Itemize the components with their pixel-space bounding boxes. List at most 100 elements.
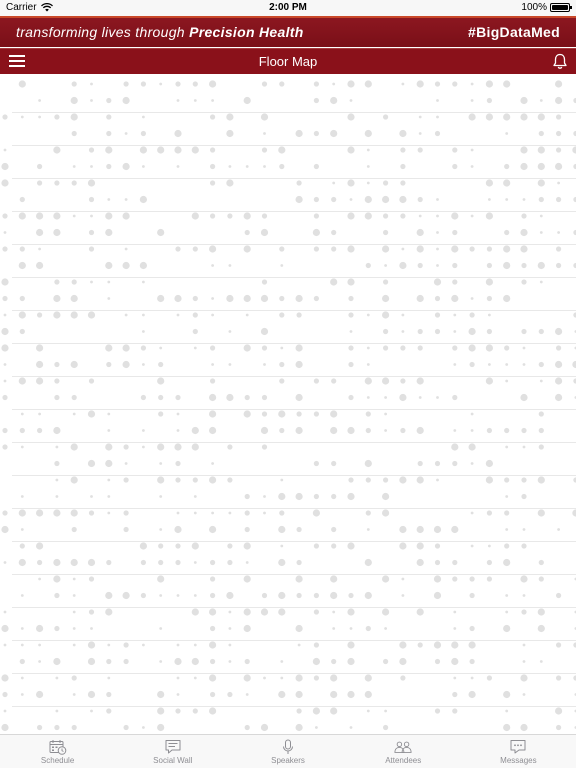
map-dot [209,80,217,88]
map-dot [348,394,354,401]
map-dot [175,708,181,714]
map-dot [244,493,250,500]
map-dot [488,363,491,366]
map-dot [520,146,528,154]
map-dot [313,411,319,417]
map-dot [383,328,389,335]
map-dot [522,445,526,449]
map-dot [54,394,60,401]
map-dot [18,509,26,517]
map-dot [347,542,355,550]
map-dot [572,509,576,517]
map-dot [193,346,197,350]
map-dot [469,361,475,368]
map-dot [399,195,407,204]
map-dot [90,280,93,284]
map-dot [210,592,216,599]
map-dot [124,198,128,201]
map-dot [210,114,216,120]
map-dot [470,165,474,168]
map-dot [157,707,165,715]
page-title: Floor Map [258,54,318,69]
map-dot [295,360,303,369]
map-dot [555,162,563,171]
map-dot [556,724,562,731]
map-dot [434,130,441,137]
map-dot [331,229,337,236]
map-dot [192,81,198,87]
map-dot [3,561,7,564]
tab-attendees[interactable]: Attendees [346,735,461,768]
map-dot [436,198,439,201]
map-dot [209,426,217,435]
map-dot [383,213,389,219]
bell-icon[interactable] [552,53,568,70]
banner-tagline: transforming lives through Precision Hea… [16,24,304,40]
floor-map-canvas[interactable] [0,74,576,734]
map-dot [122,96,130,105]
map-dot [452,576,458,582]
map-dot [521,279,527,285]
map-dot [436,478,439,482]
map-dot [433,278,442,286]
map-dot [280,346,284,350]
map-dot [263,363,266,366]
map-dot [436,396,439,399]
map-dot [349,627,353,630]
map-dot [36,228,44,237]
map-dot [20,643,24,647]
map-dot [90,709,93,713]
map-dot [295,674,303,682]
map-dot [72,643,76,647]
map-dot [452,345,458,351]
map-dot [417,147,423,153]
map-dot [38,412,41,416]
map-dot [226,591,234,600]
map-dot [503,558,511,567]
tab-social-wall[interactable]: Social Wall [115,735,230,768]
map-dot [71,81,77,87]
map-dot [176,511,180,515]
map-dot [36,509,44,517]
map-dot [485,377,493,385]
map-dot [451,641,459,649]
map-dot [384,429,387,432]
map-dot [486,246,492,252]
map-dot [36,212,44,220]
map-dot [296,526,302,533]
map-dot [418,214,422,218]
map-dot [485,476,493,484]
map-dot [174,657,182,666]
map-dot [19,658,25,665]
map-dot [296,312,302,318]
map-dot [384,412,387,416]
tab-schedule[interactable]: Schedule [0,735,115,768]
map-dot [453,363,457,366]
map-dot [142,643,145,647]
map-dot [538,427,544,434]
map-dot [54,724,60,731]
map-dot [260,426,269,435]
map-dot [312,509,320,517]
floor-map[interactable] [0,74,576,734]
map-dot [19,196,25,203]
map-dot [19,295,25,302]
map-dot [176,99,180,102]
map-dot [158,559,164,566]
map-dot [228,165,232,168]
tab-messages[interactable]: Messages [461,735,576,768]
map-dot [452,81,458,87]
map-dot [521,427,527,434]
map-dot [470,462,474,465]
map-dot [521,262,527,269]
map-dot [468,327,476,336]
map-dot [175,477,181,483]
map-dot [193,676,197,680]
map-dot [451,657,459,666]
tab-speakers[interactable]: Speakers [230,735,345,768]
map-dot [451,525,459,534]
map-dot [347,179,355,187]
map-dot [520,96,528,105]
map-dot [556,345,562,351]
map-dot [54,180,60,186]
